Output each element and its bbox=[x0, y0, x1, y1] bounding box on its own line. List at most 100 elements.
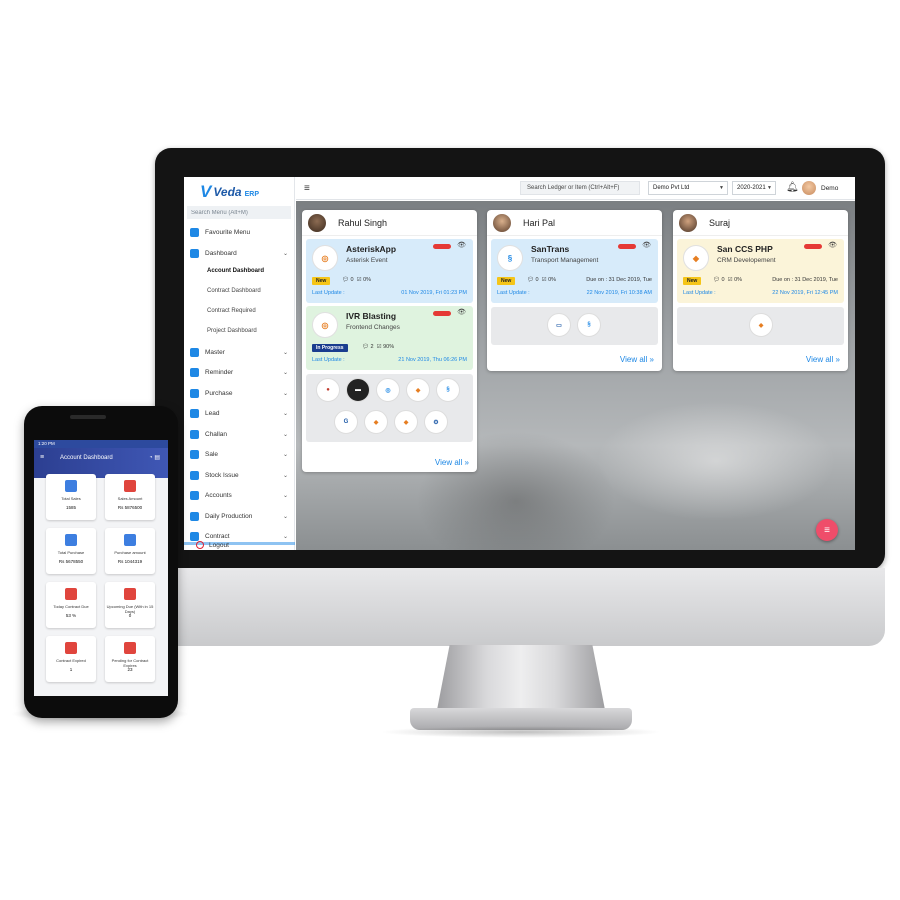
hamburger-icon[interactable]: ≡ bbox=[40, 454, 44, 461]
project-logo-icon[interactable]: ⚙ bbox=[424, 410, 448, 434]
logout-label: Logout bbox=[209, 541, 229, 549]
sidebar-subitem-contract-required[interactable]: Contract Required bbox=[207, 308, 256, 314]
sidebar-item-label: Reminder bbox=[205, 368, 234, 376]
stat-tile-upcoming-due[interactable]: Upcoming Due (With in 15 Days) 0 bbox=[105, 582, 155, 628]
stat-tile-total-purchase[interactable]: Total Purchase Rs 5678550 bbox=[46, 528, 96, 574]
project-card[interactable]: § SanTrans Transport Management 👁︎ New 💬… bbox=[491, 239, 658, 303]
notification-icon[interactable]: ◔ ▤ bbox=[149, 454, 160, 461]
chevron-down-icon: ⌄ bbox=[282, 513, 288, 520]
card-stats: 💬︎ 2 ☑ 90% bbox=[362, 344, 395, 350]
eye-icon[interactable]: 👁︎ bbox=[828, 241, 837, 249]
user-name[interactable]: Demo bbox=[821, 185, 838, 192]
stat-tile-today-contract-due[interactable]: Today Contract Due 53 % bbox=[46, 582, 96, 628]
chevron-down-icon: ⌄ bbox=[282, 390, 288, 397]
view-all-link[interactable]: View all » bbox=[620, 355, 654, 364]
last-update-label: Last Update : bbox=[312, 290, 345, 296]
brand-logo[interactable]: V Veda ERP bbox=[200, 181, 259, 203]
project-logo-icon[interactable]: ▬ bbox=[346, 378, 370, 402]
sidebar-item-challan[interactable]: Challan ⌄ bbox=[190, 427, 290, 441]
sidebar-item-accounts[interactable]: Accounts ⌄ bbox=[190, 488, 290, 502]
project-logo-icon[interactable]: ◆ bbox=[749, 313, 773, 337]
project-card[interactable]: ◎ AsteriskApp Asterisk Event 👁︎ New 💬︎ 0… bbox=[306, 239, 473, 303]
sidebar-subitem-account-dashboard[interactable]: Account Dashboard bbox=[207, 268, 264, 274]
accounts-icon bbox=[190, 490, 199, 500]
eye-icon[interactable]: 👁︎ bbox=[457, 241, 466, 249]
dashboard-icon bbox=[190, 248, 199, 258]
comment-count: 0 bbox=[721, 277, 725, 283]
company-select[interactable]: Demo Pvt Ltd ▼ bbox=[648, 181, 728, 195]
card-title: SanTrans bbox=[531, 244, 570, 254]
project-logo-icon[interactable]: ◆ bbox=[364, 410, 388, 434]
project-logo-icon[interactable]: ◎ bbox=[376, 378, 400, 402]
tile-value: Rs 1044319 bbox=[117, 559, 143, 564]
sidebar-item-label: Master bbox=[205, 348, 225, 356]
priority-flag bbox=[433, 311, 451, 316]
sidebar-item-stock-issue[interactable]: Stock Issue ⌄ bbox=[190, 468, 290, 482]
page-title: Account Dashboard bbox=[60, 455, 113, 461]
avatar bbox=[308, 214, 326, 232]
view-all-link[interactable]: View all » bbox=[435, 458, 469, 467]
due-date: Due on : 31 Dec 2019, Tue bbox=[586, 277, 652, 283]
project-logo-icon[interactable]: § bbox=[436, 378, 460, 402]
sidebar-item-lead[interactable]: Lead ⌄ bbox=[190, 406, 290, 420]
year-select[interactable]: 2020-2021 ▼ bbox=[732, 181, 776, 195]
year-select-value: 2020-2021 bbox=[737, 185, 766, 191]
progress-value: 0% bbox=[363, 277, 372, 283]
last-update-label: Last Update : bbox=[683, 290, 716, 296]
sidebar-item-favourite-menu[interactable]: Favourite Menu bbox=[190, 225, 290, 239]
stat-tile-pending-contract-expires[interactable]: Pending for Contract Expires 23 bbox=[105, 636, 155, 682]
kanban-column-suraj: Suraj ◆ San CCS PHP CRM Developement 👁︎ … bbox=[673, 210, 848, 371]
project-logo-icon[interactable]: ◆ bbox=[406, 378, 430, 402]
eye-icon[interactable]: 👁︎ bbox=[642, 241, 651, 249]
stat-tile-contract-expired[interactable]: Contract Expired 1 bbox=[46, 636, 96, 682]
progress-value: 0% bbox=[734, 277, 743, 283]
sidebar-item-master[interactable]: Master ⌄ bbox=[190, 345, 290, 359]
brand-mark-icon: V bbox=[200, 182, 212, 201]
avatar bbox=[493, 214, 511, 232]
avatar[interactable] bbox=[802, 181, 816, 195]
menu-search-input[interactable] bbox=[187, 206, 291, 219]
sidebar: V Veda ERP Favourite Menu Dashboard ⌄ Ac… bbox=[184, 177, 295, 550]
hamburger-icon[interactable]: ≡ bbox=[304, 183, 310, 194]
project-logo-icon[interactable]: ▭ bbox=[547, 313, 571, 337]
sidebar-subitem-contract-dashboard[interactable]: Contract Dashboard bbox=[207, 288, 261, 294]
cart-icon bbox=[190, 388, 199, 398]
project-logo-icon[interactable]: ◆ bbox=[394, 410, 418, 434]
contract-icon bbox=[65, 588, 77, 600]
eye-icon[interactable]: 👁︎ bbox=[457, 308, 466, 316]
topbar: ≡ Search Ledger or Item (Ctrl+Alt+F) Dem… bbox=[296, 177, 855, 200]
brand-name: Veda bbox=[213, 185, 242, 199]
sidebar-item-label: Sale bbox=[205, 450, 219, 458]
sidebar-item-daily-production[interactable]: Daily Production ⌄ bbox=[190, 509, 290, 523]
card-subtitle: Asterisk Event bbox=[346, 257, 388, 264]
bell-icon[interactable]: 🔔︎ bbox=[786, 182, 799, 193]
stat-tile-sales-amount[interactable]: Sales Amount Rs 5876500 bbox=[105, 474, 155, 520]
sidebar-subitem-project-dashboard[interactable]: Project Dashboard bbox=[207, 328, 257, 334]
logout-button[interactable]: Logout bbox=[196, 541, 229, 549]
stat-tile-total-sales[interactable]: Total Sales 1585 bbox=[46, 474, 96, 520]
menu-fab-icon[interactable]: ≡ bbox=[816, 519, 838, 541]
column-title: Rahul Singh bbox=[338, 218, 388, 228]
comment-count: 2 bbox=[370, 344, 374, 350]
card-stats: 💬︎ 0 ☑ 0% bbox=[713, 277, 743, 283]
sidebar-item-sale[interactable]: Sale ⌄ bbox=[190, 447, 290, 461]
project-logo-icon: § bbox=[497, 245, 523, 271]
project-card[interactable]: ◎ IVR Blasting Frontend Changes 👁︎ In Pr… bbox=[306, 306, 473, 370]
sidebar-item-purchase[interactable]: Purchase ⌄ bbox=[190, 386, 290, 400]
phone-screen: 1:20 PM ≡ Account Dashboard ◔ ▤ Total Sa… bbox=[34, 440, 168, 696]
project-logo-icon[interactable]: ● bbox=[316, 378, 340, 402]
sidebar-item-dashboard[interactable]: Dashboard ⌄ bbox=[190, 246, 290, 260]
view-all-link[interactable]: View all » bbox=[806, 355, 840, 364]
comment-count: 0 bbox=[535, 277, 539, 283]
sidebar-item-reminder[interactable]: Reminder ⌄ bbox=[190, 365, 290, 379]
tile-value: 1 bbox=[69, 667, 73, 672]
ledger-search-input[interactable]: Search Ledger or Item (Ctrl+Alt+F) bbox=[520, 181, 640, 195]
last-update-value: 21 Nov 2019, Thu 06:26 PM bbox=[398, 357, 467, 363]
comment-count: 0 bbox=[350, 277, 354, 283]
project-logo-icon[interactable]: G bbox=[334, 410, 358, 434]
project-logo-icon[interactable]: § bbox=[577, 313, 601, 337]
priority-flag bbox=[618, 244, 636, 249]
project-card[interactable]: ◆ San CCS PHP CRM Developement 👁︎ New 💬︎… bbox=[677, 239, 844, 303]
stat-tile-purchase-amount[interactable]: Purchase amount Rs 1044319 bbox=[105, 528, 155, 574]
lead-icon bbox=[190, 408, 199, 418]
